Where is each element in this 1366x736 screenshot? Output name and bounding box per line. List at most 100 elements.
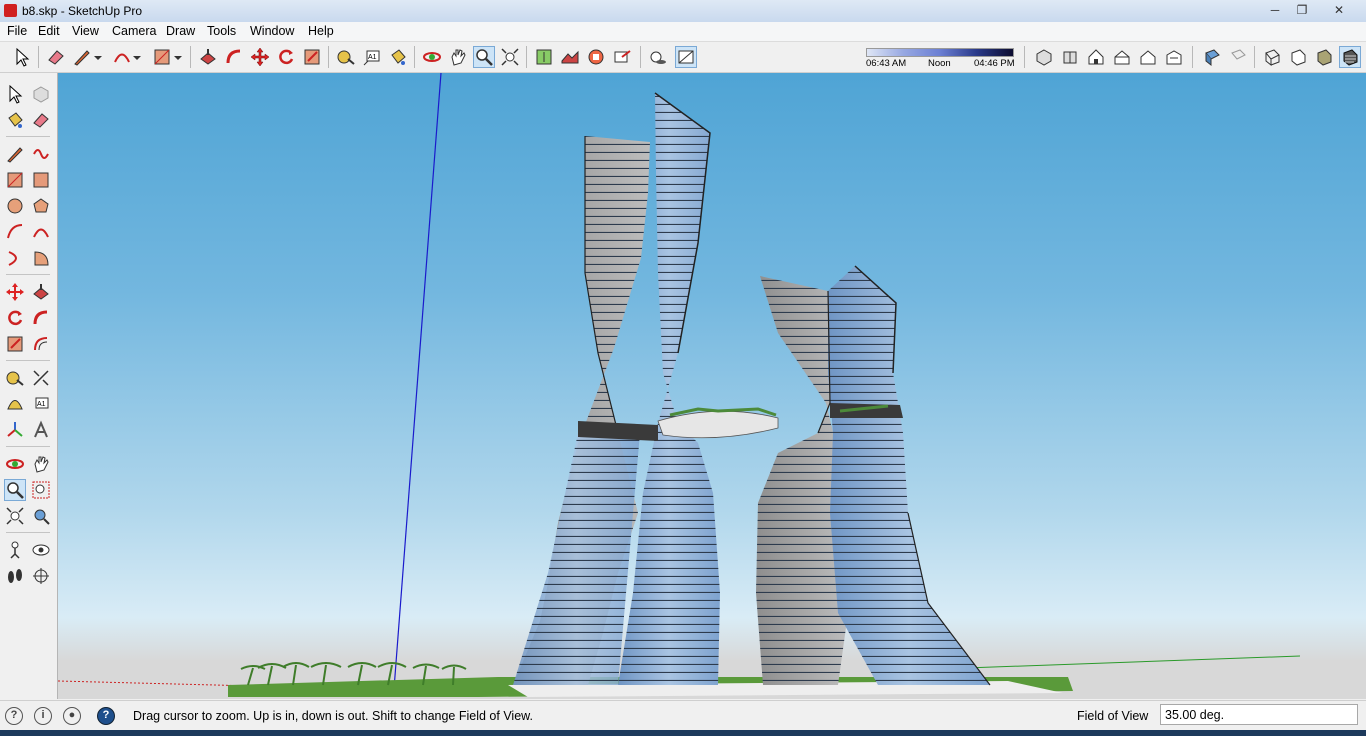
add-location-icon[interactable] [534,47,554,67]
share-model-icon[interactable] [612,47,632,67]
zoom-extents-icon[interactable] [500,47,520,67]
sunset-time: 04:46 PM [974,58,1015,69]
select-icon[interactable] [5,84,25,104]
back-view-icon[interactable] [1138,47,1158,67]
user-account-icon[interactable]: ● [63,707,81,725]
eraser-icon[interactable] [31,110,51,130]
pie-icon[interactable] [31,248,51,268]
offset-icon[interactable] [31,334,51,354]
push-pull-icon[interactable] [31,282,51,302]
sketchup-app-icon [4,4,17,17]
push-pull-icon[interactable] [198,47,218,67]
model-viewport[interactable] [58,73,1366,699]
rotate-icon[interactable] [5,308,25,328]
menu-tools[interactable]: Tools [207,24,236,38]
menu-file[interactable]: File [7,24,27,38]
circle-icon[interactable] [5,196,25,216]
measurements-input[interactable] [1160,704,1358,725]
three-point-arc-icon[interactable] [5,248,25,268]
shadows-icon[interactable] [648,47,668,67]
dimension-icon[interactable] [31,368,51,388]
pencil-icon[interactable] [72,47,92,67]
move-icon[interactable] [250,47,270,67]
arc-icon[interactable] [5,222,25,242]
rectangle-icon[interactable] [152,47,172,67]
chevron-down-icon[interactable] [92,47,104,67]
chevron-down-icon[interactable] [172,47,184,67]
restore-icon[interactable]: ❐ [1290,2,1314,18]
menu-draw[interactable]: Draw [166,24,195,38]
rectangle-icon[interactable] [5,170,25,190]
get-models-icon[interactable] [586,47,606,67]
left-view-icon[interactable] [1164,47,1184,67]
rotated-rectangle-icon[interactable] [31,170,51,190]
back-edges-icon[interactable] [1228,47,1248,67]
windows-taskbar [0,730,1366,736]
front-view-icon[interactable] [1086,47,1106,67]
zoom-icon[interactable] [4,479,26,501]
follow-me-icon[interactable] [31,308,51,328]
polygon-icon[interactable] [31,196,51,216]
tape-measure-icon[interactable] [5,368,25,388]
follow-me-icon[interactable] [224,47,244,67]
menu-camera[interactable]: Camera [112,24,156,38]
right-view-icon[interactable] [1112,47,1132,67]
instructor-help-icon[interactable]: ? [97,707,115,725]
paint-bucket-icon[interactable] [388,47,408,67]
fog-icon[interactable] [675,46,697,68]
minimize-icon[interactable]: ─ [1263,2,1287,18]
orbit-icon[interactable] [422,47,442,67]
hidden-line-icon[interactable] [1288,47,1308,67]
axes-icon[interactable] [5,420,25,440]
model-scene [58,73,1301,697]
component-icon[interactable] [31,84,51,104]
move-icon[interactable] [5,282,25,302]
zoom-window-icon[interactable] [31,480,51,500]
chevron-down-icon[interactable] [131,47,143,67]
menu-window[interactable]: Window [250,24,294,38]
tool-palette: A1 [0,73,58,699]
walk-icon[interactable] [5,566,25,586]
text-icon[interactable]: A1 [362,47,382,67]
previous-view-icon[interactable] [31,506,51,526]
scale-icon[interactable] [302,47,322,67]
zoom-extents-icon[interactable] [5,506,25,526]
shadow-time-slider[interactable] [866,48,1014,57]
close-icon[interactable]: ✕ [1327,2,1351,18]
menu-view[interactable]: View [72,24,99,38]
arc-icon[interactable] [112,47,132,67]
zoom-icon[interactable] [473,46,495,68]
noon-label: Noon [928,58,951,69]
orbit-icon[interactable] [5,454,25,474]
shaded-icon[interactable] [1314,47,1334,67]
top-view-icon[interactable] [1060,47,1080,67]
protractor-icon[interactable] [5,394,25,414]
text-icon[interactable]: A1 [31,394,51,414]
rotate-icon[interactable] [276,47,296,67]
scale-icon[interactable] [5,334,25,354]
freehand-icon[interactable] [31,144,51,164]
credits-info-icon[interactable]: i [34,707,52,725]
select-icon[interactable] [12,47,32,67]
tape-measure-icon[interactable] [336,47,356,67]
two-point-arc-icon[interactable] [31,222,51,242]
position-camera-icon[interactable] [5,540,25,560]
pan-icon[interactable] [448,47,468,67]
svg-text:A1: A1 [37,401,46,408]
menu-edit[interactable]: Edit [38,24,60,38]
toggle-terrain-icon[interactable] [560,47,580,67]
wireframe-icon[interactable] [1262,47,1282,67]
paint-bucket-icon[interactable] [5,110,25,130]
palette-divider [6,136,50,137]
pencil-icon[interactable] [5,144,25,164]
xray-icon[interactable] [1202,47,1222,67]
section-plane-icon[interactable] [31,566,51,586]
menu-help[interactable]: Help [308,24,334,38]
geo-location-icon[interactable]: ? [5,707,23,725]
iso-view-icon[interactable] [1034,47,1054,67]
eraser-icon[interactable] [46,47,66,67]
pan-icon[interactable] [31,454,51,474]
shaded-textures-icon[interactable] [1339,46,1361,68]
look-around-icon[interactable] [31,540,51,560]
3d-text-icon[interactable] [31,420,51,440]
